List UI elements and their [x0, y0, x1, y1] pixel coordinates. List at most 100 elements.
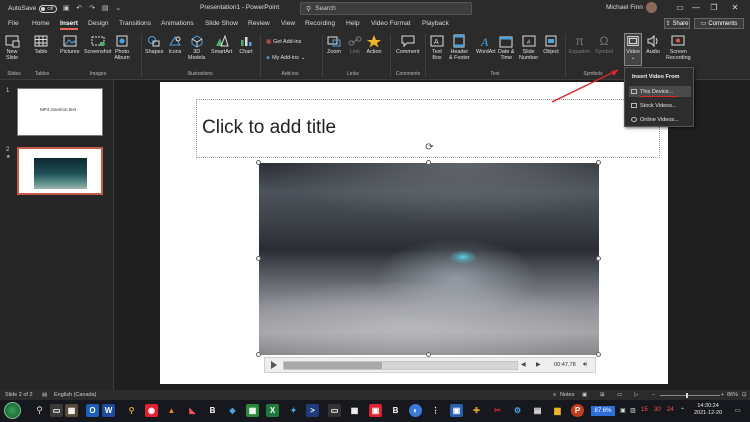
resize-handle[interactable] — [426, 160, 431, 165]
resize-handle[interactable] — [256, 256, 261, 261]
vivaldi-icon[interactable]: ◉ — [145, 404, 158, 417]
screen-recording-button[interactable]: Screen Recording — [666, 34, 691, 61]
app-shield-icon[interactable]: ◆ — [226, 404, 239, 417]
chevron-up-icon[interactable]: ⌃ — [680, 407, 685, 414]
tab-animations[interactable]: Animations — [161, 20, 194, 27]
slide-thumbnail-1[interactable]: MP4 insertion test — [17, 88, 103, 136]
slide-thumbnail-2[interactable] — [17, 147, 103, 195]
app-blue-icon[interactable]: ✦ — [287, 404, 300, 417]
video-button[interactable]: Video ⌄ — [626, 34, 640, 61]
start-from-beginning-icon[interactable]: ▤ — [101, 5, 109, 13]
system-clock[interactable]: 14:30:24 2021-12-20 — [694, 403, 722, 417]
resize-handle[interactable] — [596, 256, 601, 261]
photo-album-button[interactable]: Photo Album — [114, 34, 130, 61]
tray-value[interactable]: 30 — [654, 407, 661, 413]
word-icon[interactable]: W — [102, 404, 115, 417]
share-button[interactable]: ⇪ Share — [664, 18, 690, 29]
search-icon[interactable]: ⚲ — [33, 404, 46, 417]
notification-icon[interactable]: ▭ — [735, 407, 741, 414]
app-dots-icon[interactable]: ⋮ — [429, 404, 442, 417]
zoom-button[interactable]: Zoom — [326, 34, 342, 55]
app-b-icon[interactable]: B — [206, 404, 219, 417]
minimize-button[interactable]: — — [691, 3, 701, 12]
app-circle-icon[interactable]: ◐ — [409, 404, 422, 417]
resize-handle[interactable] — [256, 352, 261, 357]
zoom-in-icon[interactable]: + — [721, 392, 724, 398]
new-slide-button[interactable]: New Slide — [4, 34, 20, 61]
video-frame[interactable] — [259, 163, 599, 355]
chart-button[interactable]: Chart — [238, 34, 254, 55]
slideshow-icon[interactable]: ▷ — [634, 392, 638, 398]
undo-icon[interactable]: ↶ — [75, 5, 83, 13]
app-icon[interactable]: ▦ — [65, 404, 78, 417]
save-icon[interactable]: ▣ — [62, 5, 70, 13]
menu-item-online-videos[interactable]: Online Videos... — [629, 114, 691, 125]
my-addins-button[interactable]: ◈ My Add-ins ⌄ — [266, 55, 305, 61]
powershell-icon[interactable]: > — [306, 404, 319, 417]
vlc-icon[interactable]: ▲ — [165, 404, 178, 417]
wordart-button[interactable]: A WordArt — [476, 34, 496, 55]
customize-toolbar-icon[interactable]: ⌄ — [114, 5, 122, 13]
tab-playback[interactable]: Playback — [422, 20, 449, 27]
search-box[interactable]: ⚲ Search — [300, 2, 472, 15]
outlook-icon[interactable]: O — [86, 404, 99, 417]
date-time-button[interactable]: Date & Time — [498, 34, 514, 61]
close-button[interactable]: ✕ — [730, 3, 740, 12]
3d-models-button[interactable]: 3D Models — [188, 34, 205, 61]
resize-handle[interactable] — [596, 352, 601, 357]
audio-button[interactable]: Audio — [645, 34, 661, 55]
slide-number-button[interactable]: # Slide Number — [519, 34, 538, 61]
rotate-handle-icon[interactable]: ⟳ — [424, 142, 435, 153]
tab-slide-show[interactable]: Slide Show — [205, 20, 238, 27]
tab-design[interactable]: Design — [88, 20, 109, 27]
resize-handle[interactable] — [596, 160, 601, 165]
tab-insert[interactable]: Insert — [60, 20, 78, 30]
get-addins-button[interactable]: ▦ Get Add-ins — [266, 39, 301, 45]
tray-icon[interactable]: ▣ — [620, 407, 626, 414]
app-tool-icon[interactable]: ✚ — [470, 404, 483, 417]
menu-item-stock-videos[interactable]: Stock Videos... — [629, 100, 691, 111]
redo-icon[interactable]: ↷ — [88, 5, 96, 13]
reading-view-icon[interactable]: ▭ — [617, 392, 622, 398]
tab-view[interactable]: View — [281, 20, 295, 27]
proofing-icon[interactable]: ▤ — [42, 392, 47, 398]
icons-button[interactable]: Icons — [167, 34, 183, 55]
battery-indicator[interactable]: 87.6% — [591, 406, 615, 416]
action-button[interactable]: Action — [366, 34, 382, 55]
terminal-icon[interactable]: ▭ — [328, 404, 341, 417]
app-green-icon[interactable]: ▦ — [246, 404, 259, 417]
start-button[interactable] — [4, 402, 21, 419]
slide-sorter-icon[interactable]: ⊞ — [600, 392, 605, 398]
tab-review[interactable]: Review — [248, 20, 270, 27]
text-box-button[interactable]: A Text Box — [429, 34, 445, 61]
app-scissor-icon[interactable]: ✂ — [491, 404, 504, 417]
app-red-icon[interactable]: ▣ — [369, 404, 382, 417]
object-button[interactable]: Object — [543, 34, 559, 55]
avatar[interactable] — [646, 2, 657, 13]
normal-view-icon[interactable]: ▣ — [582, 392, 587, 398]
symbol-button[interactable]: Ω Symbol — [595, 34, 613, 55]
tab-video-format[interactable]: Video Format — [371, 20, 410, 27]
excel-icon[interactable]: X — [266, 404, 279, 417]
comments-button[interactable]: ▭ Comments — [694, 18, 744, 29]
tab-home[interactable]: Home — [32, 20, 50, 27]
zoom-slider-thumb[interactable] — [686, 393, 688, 398]
volume-icon[interactable]: 🔊︎ — [583, 361, 587, 369]
fit-slide-icon[interactable]: ⊡ — [742, 392, 747, 398]
comment-button[interactable]: Comment — [396, 34, 419, 55]
tray-value[interactable]: 15 — [641, 407, 648, 413]
task-view-icon[interactable]: ▭ — [50, 404, 63, 417]
autosave-toggle[interactable]: Off — [39, 4, 58, 13]
play-icon[interactable] — [271, 361, 277, 369]
zoom-slider[interactable] — [660, 395, 720, 396]
tab-recording[interactable]: Recording — [305, 20, 335, 27]
user-name[interactable]: Michael Finn — [606, 4, 643, 11]
tray-value[interactable]: 24 — [667, 407, 674, 413]
table-button[interactable]: Table — [33, 34, 49, 55]
equation-button[interactable]: π Equation — [569, 34, 590, 55]
zoom-out-icon[interactable]: − — [652, 392, 655, 398]
app-gear-icon[interactable]: ⚙ — [511, 404, 524, 417]
tab-help[interactable]: Help — [346, 20, 360, 27]
app-tile-icon[interactable]: ▣ — [450, 404, 463, 417]
explorer-icon[interactable]: ▆ — [551, 404, 564, 417]
